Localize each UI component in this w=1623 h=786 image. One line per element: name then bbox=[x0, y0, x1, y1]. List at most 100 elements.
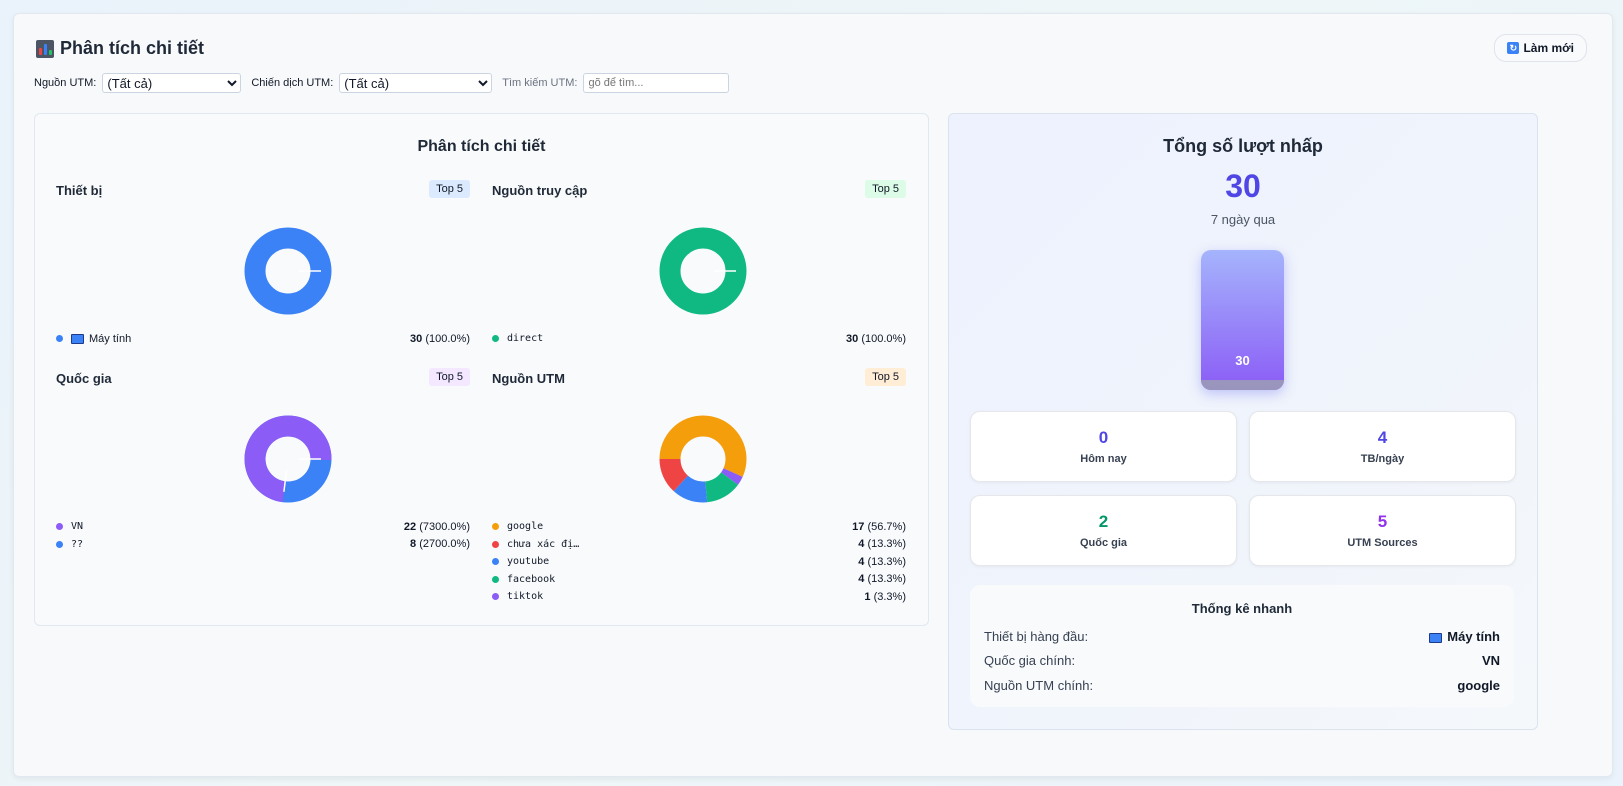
legend-name: Máy tính bbox=[89, 332, 132, 345]
legend-dot bbox=[492, 575, 499, 583]
legend-dot bbox=[492, 593, 499, 601]
legend-dot bbox=[56, 540, 63, 548]
stat-value: 5 bbox=[1377, 512, 1388, 531]
stat-label: UTM Sources bbox=[1347, 537, 1418, 549]
period-label: 7 ngày qua bbox=[1210, 212, 1276, 227]
utm-campaign-select[interactable]: (Tất cả) bbox=[339, 73, 493, 93]
utm-search-input[interactable] bbox=[583, 73, 730, 93]
legend-name: VN bbox=[71, 521, 84, 533]
countries-donut bbox=[244, 415, 332, 503]
traffic-donut bbox=[659, 227, 747, 315]
legend-row: VN 22 (7300.0%) bbox=[56, 518, 470, 536]
countries-badge: Top 5 bbox=[429, 368, 470, 386]
legend-value: 17 (56.7%) bbox=[852, 520, 906, 533]
utm-donut bbox=[659, 415, 747, 503]
quick-value: VN bbox=[1481, 653, 1500, 668]
legend-name: chưa xác đị… bbox=[507, 538, 580, 550]
detail-title: Phân tích chi tiết bbox=[417, 138, 546, 155]
legend-name: ?? bbox=[71, 538, 84, 550]
quick-label: Nguồn UTM chính: bbox=[984, 678, 1094, 693]
stat-card-utm: 5 UTM Sources bbox=[1249, 495, 1516, 566]
legend-row: google 17 (56.7%) bbox=[492, 518, 906, 536]
clicks-bar: 30 bbox=[1201, 250, 1284, 390]
utm-source-select[interactable]: (Tất cả) bbox=[102, 73, 242, 93]
legend-dot bbox=[56, 523, 63, 531]
stat-value: 4 bbox=[1377, 428, 1388, 447]
devices-title: Thiết bị bbox=[56, 183, 103, 198]
legend-dot bbox=[492, 523, 499, 531]
stat-label: Hôm nay bbox=[1080, 453, 1127, 465]
legend-dot bbox=[492, 335, 499, 343]
legend-value: 4 (13.3%) bbox=[858, 573, 906, 586]
legend-row: chưa xác đị… 4 (13.3%) bbox=[492, 536, 906, 554]
traffic-title: Nguồn truy cập bbox=[492, 183, 588, 198]
refresh-icon: ↻ bbox=[1507, 42, 1520, 54]
utm-badge: Top 5 bbox=[865, 368, 906, 386]
legend-name: direct bbox=[507, 333, 544, 345]
legend-name: youtube bbox=[507, 556, 550, 568]
countries-title: Quốc gia bbox=[56, 371, 112, 386]
refresh-button[interactable]: ↻ Làm mới bbox=[1494, 34, 1587, 62]
legend-value: 30 (100.0%) bbox=[410, 332, 470, 345]
summary-title: Tổng số lượt nhấp bbox=[1163, 136, 1323, 156]
bar-value-label: 30 bbox=[1235, 353, 1250, 368]
summary-panel: Tổng số lượt nhấp 30 7 ngày qua 30 0 Hôm… bbox=[948, 113, 1538, 730]
detail-panel: Phân tích chi tiết Thiết bị Top 5 Máy tí… bbox=[34, 113, 929, 626]
legend-value: 4 (13.3%) bbox=[858, 555, 906, 568]
stat-value: 2 bbox=[1098, 512, 1109, 531]
traffic-legend: direct 30 (100.0%) bbox=[492, 330, 906, 348]
utm-source-label: Nguồn UTM: bbox=[34, 77, 97, 89]
legend-row: tiktok 1 (3.3%) bbox=[492, 588, 906, 606]
legend-dot bbox=[492, 558, 499, 566]
utm-campaign-label: Chiến dịch UTM: bbox=[251, 77, 334, 89]
legend-value: 8 (2700.0%) bbox=[410, 538, 470, 551]
legend-row: facebook 4 (13.3%) bbox=[492, 571, 906, 589]
desktop-icon bbox=[71, 333, 84, 344]
legend-value: 4 (13.3%) bbox=[858, 538, 906, 551]
quick-stats-title: Thống kê nhanh bbox=[1191, 601, 1293, 616]
quick-value: google bbox=[1457, 678, 1500, 693]
legend-value: 30 (100.0%) bbox=[846, 332, 906, 345]
quick-row-utm: Nguồn UTM chính: google bbox=[984, 678, 1500, 693]
legend-row: youtube 4 (13.3%) bbox=[492, 553, 906, 571]
stat-card-avg: 4 TB/ngày bbox=[1249, 411, 1516, 482]
quick-stats: Thống kê nhanh Thiết bị hàng đầu: Máy tí… bbox=[970, 585, 1514, 707]
legend-value: 22 (7300.0%) bbox=[403, 520, 470, 533]
devices-legend: Máy tính 30 (100.0%) bbox=[56, 330, 470, 348]
utm-title: Nguồn UTM bbox=[492, 371, 565, 386]
quick-label: Quốc gia chính: bbox=[984, 653, 1076, 668]
bar-chart-icon bbox=[36, 39, 54, 58]
legend-name: google bbox=[507, 521, 544, 533]
legend-row: Máy tính 30 (100.0%) bbox=[56, 330, 470, 348]
legend-value: 1 (3.3%) bbox=[864, 590, 906, 603]
filter-bar: Nguồn UTM: (Tất cả) Chiến dịch UTM: (Tất… bbox=[34, 73, 730, 93]
stat-value: 0 bbox=[1098, 428, 1109, 447]
quick-label: Thiết bị hàng đầu: bbox=[984, 629, 1089, 644]
devices-badge: Top 5 bbox=[429, 180, 470, 198]
bar-base bbox=[1201, 380, 1284, 390]
quick-row-device: Thiết bị hàng đầu: Máy tính bbox=[984, 629, 1500, 644]
legend-dot bbox=[492, 540, 499, 548]
legend-row: direct 30 (100.0%) bbox=[492, 330, 906, 348]
stat-card-countries: 2 Quốc gia bbox=[970, 495, 1237, 566]
total-clicks: 30 bbox=[1225, 168, 1261, 204]
page-title: Phân tích chi tiết bbox=[36, 38, 204, 59]
legend-row: ?? 8 (2700.0%) bbox=[56, 536, 470, 554]
utm-legend: google 17 (56.7%) chưa xác đị… 4 (13.3%)… bbox=[492, 518, 906, 606]
stat-label: TB/ngày bbox=[1360, 453, 1405, 465]
refresh-label: Làm mới bbox=[1523, 41, 1574, 55]
utm-search-label: Tìm kiếm UTM: bbox=[502, 77, 578, 89]
devices-donut bbox=[244, 227, 332, 315]
stat-card-today: 0 Hôm nay bbox=[970, 411, 1237, 482]
traffic-badge: Top 5 bbox=[865, 180, 906, 198]
legend-name: tiktok bbox=[507, 591, 544, 603]
legend-name: facebook bbox=[507, 573, 556, 585]
quick-value: Máy tính bbox=[1429, 629, 1500, 644]
countries-legend: VN 22 (7300.0%) ?? 8 (2700.0%) bbox=[56, 518, 470, 553]
main-card: Phân tích chi tiết ↻ Làm mới Nguồn UTM: … bbox=[13, 13, 1613, 777]
legend-dot bbox=[56, 335, 63, 343]
stat-label: Quốc gia bbox=[1079, 537, 1128, 549]
page-title-text: Phân tích chi tiết bbox=[60, 38, 205, 58]
desktop-icon bbox=[1429, 632, 1443, 643]
quick-row-country: Quốc gia chính: VN bbox=[984, 653, 1500, 668]
